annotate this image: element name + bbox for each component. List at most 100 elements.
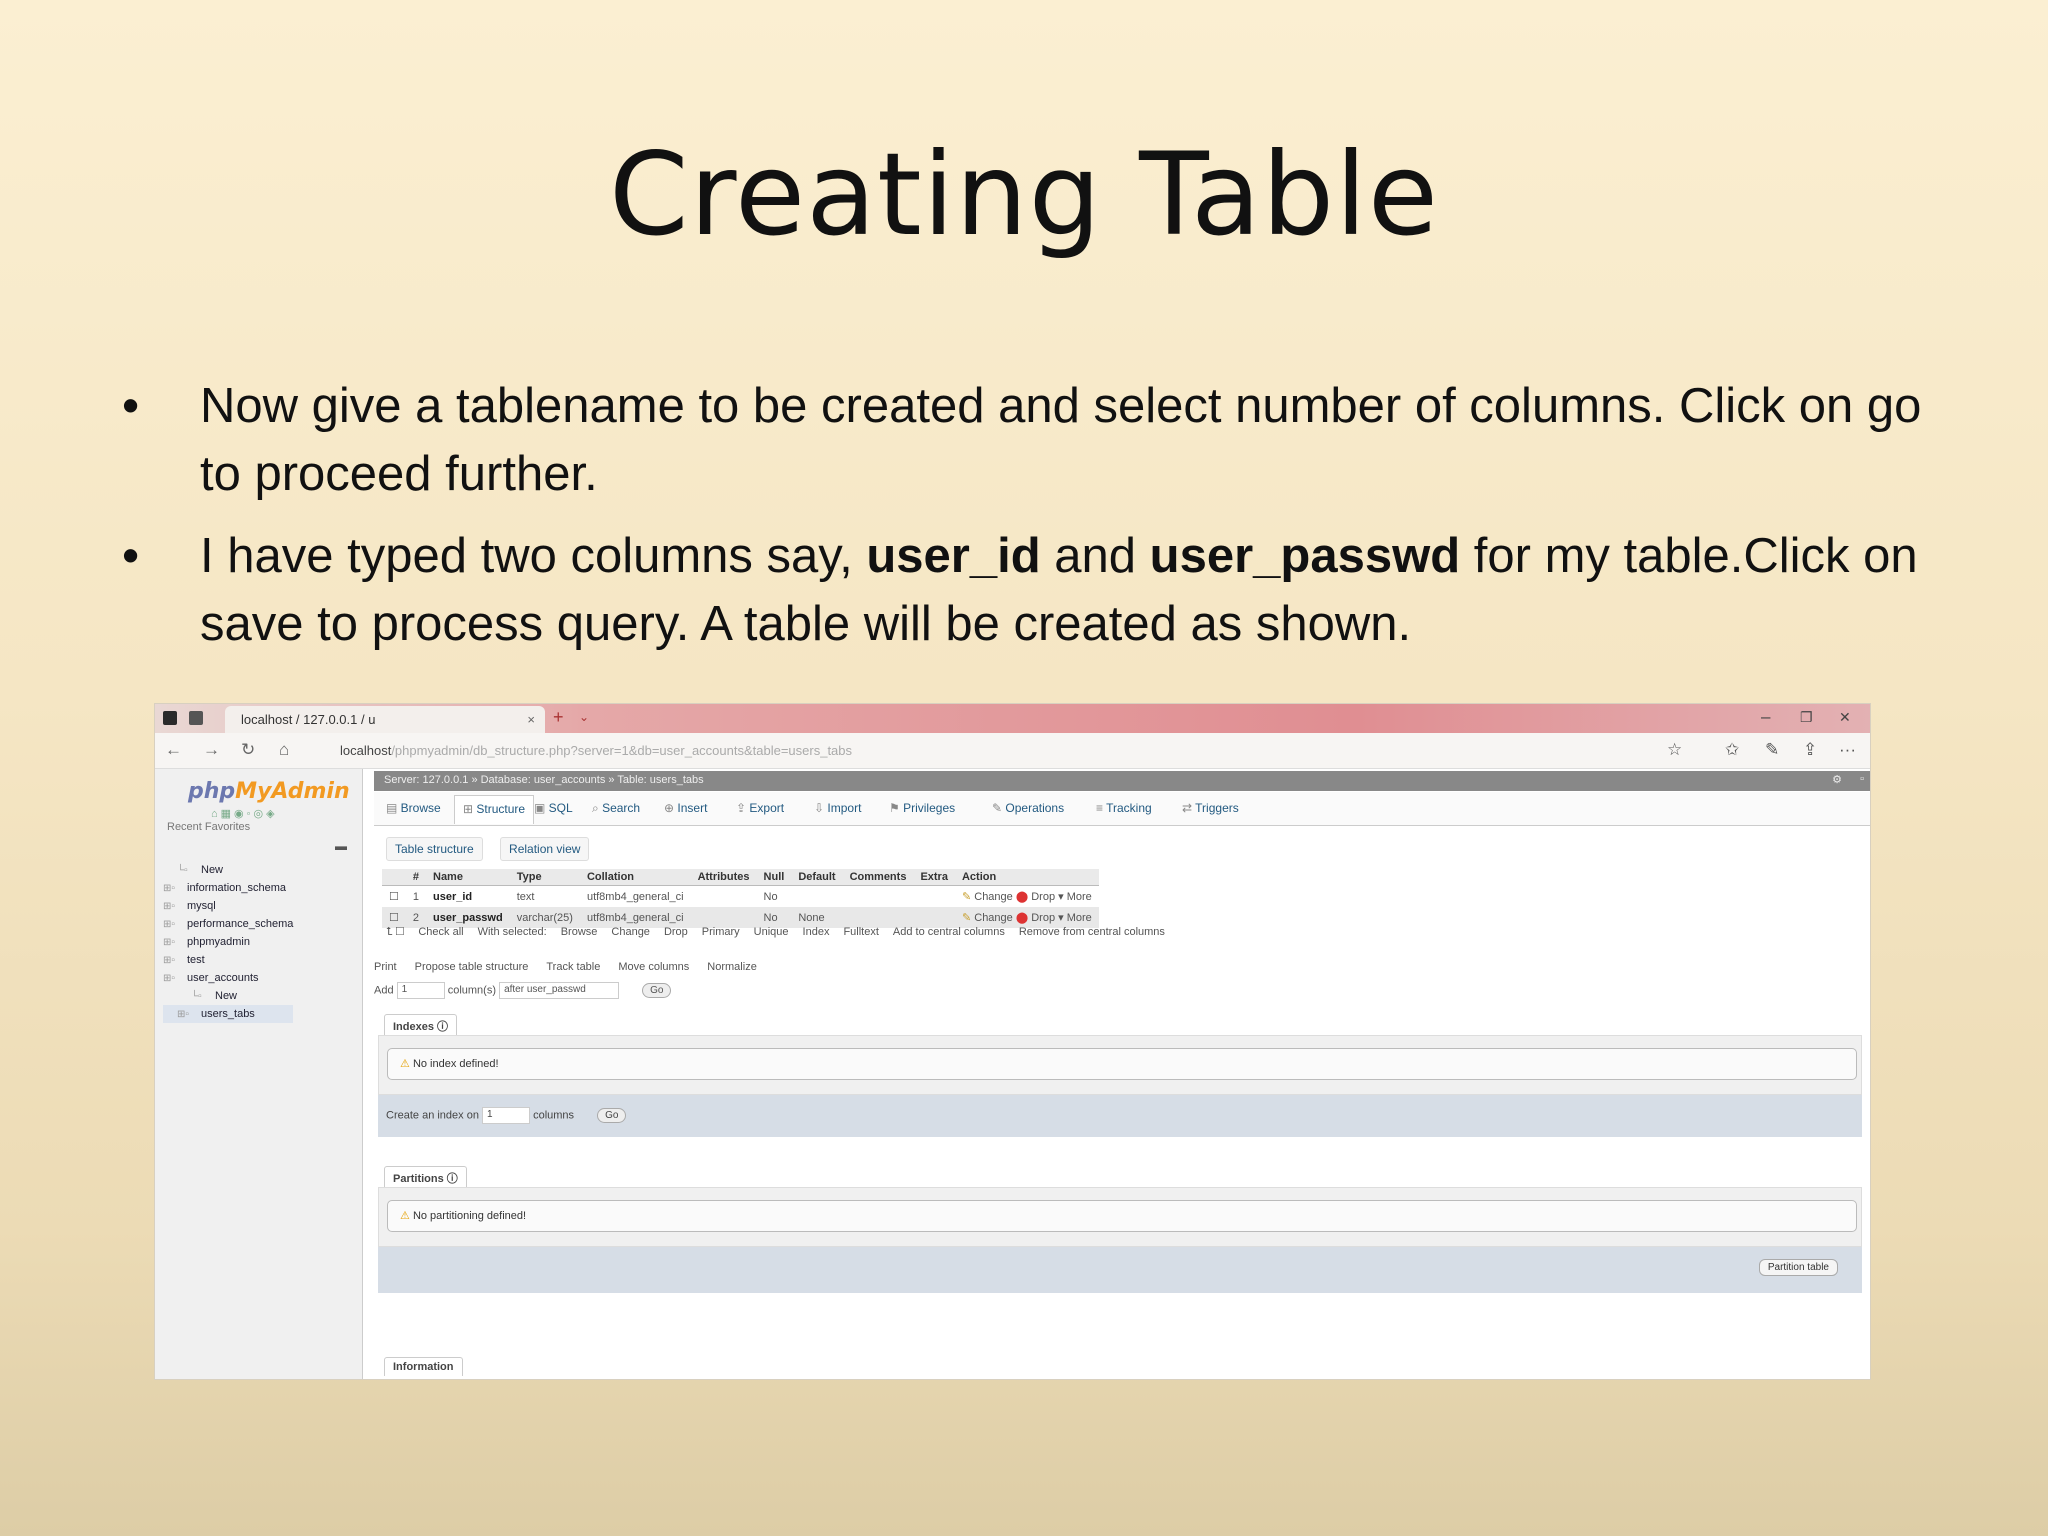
with-selected-4[interactable]: Drop [664, 926, 688, 938]
tree-node[interactable]: ⊞▫ test [163, 951, 293, 969]
window-menu-icon[interactable] [163, 711, 177, 725]
sql-icon: ▣ [534, 801, 549, 815]
add-position-select[interactable]: after user_passwd [499, 982, 620, 999]
tree-node-label: test [187, 954, 205, 966]
tab-sql[interactable]: ▣ SQL [534, 801, 573, 815]
partition-table-button[interactable]: Partition table [1758, 1259, 1838, 1276]
expand-icon[interactable]: ⊞▫ [163, 970, 187, 988]
gear-icon[interactable]: ⚙ [1832, 773, 1842, 786]
back-icon[interactable]: ← [165, 740, 182, 760]
recent-favorites-tabs[interactable]: Recent Favorites [167, 821, 250, 833]
tree-node[interactable]: ⊞▫ mysql [163, 897, 293, 915]
expand-icon[interactable]: ⊞▫ [177, 1006, 201, 1024]
table-row[interactable]: ☐ 2 user_passwd varchar(25) utf8mb4_general_… [382, 907, 1099, 928]
with-selected-5[interactable]: Primary [702, 926, 740, 938]
collapse-icon[interactable]: ▫ [1860, 773, 1864, 785]
table-row[interactable]: ☐ 1 user_id text utf8mb4_general_ci No ✎ Chang… [382, 886, 1099, 908]
change-link[interactable]: Change [974, 891, 1013, 903]
nav-quick-icons[interactable]: ⌂▦◉◦◎◈ [211, 807, 278, 820]
tab-triggers[interactable]: ⇄ Triggers [1182, 801, 1239, 815]
tree-node[interactable]: ⊞▫ information_schema [163, 879, 293, 897]
index-count-input[interactable]: 1 [482, 1107, 531, 1124]
tab-insert[interactable]: ⊕ Insert [664, 801, 707, 815]
tab-search[interactable]: ⌕ Search [592, 801, 640, 816]
expand-icon[interactable]: ⊞▫ [163, 934, 187, 952]
collapse-all-icon[interactable]: ▬ [335, 839, 347, 853]
bookmark-star-icon[interactable]: ☆ [1667, 740, 1682, 760]
add-count-input[interactable]: 1 [396, 982, 445, 999]
no-index-notice: ⚠ No index defined! [387, 1048, 1857, 1080]
subtab-table-structure[interactable]: Table structure [386, 837, 483, 861]
tab-export[interactable]: ⇪ Export [736, 801, 784, 815]
tab-dropdown-icon[interactable]: ⌄ [579, 710, 589, 724]
more-icon[interactable]: ··· [1839, 740, 1856, 760]
home-icon[interactable]: ⌂ [279, 740, 289, 760]
tab-tracking[interactable]: ≡ Tracking [1096, 801, 1152, 815]
with-selected-10[interactable]: Remove from central columns [1019, 926, 1165, 938]
share-icon[interactable]: ⇪ [1803, 740, 1817, 760]
new-icon[interactable]: └▫ [177, 862, 201, 880]
with-selected-3[interactable]: Change [611, 926, 650, 938]
tree-node[interactable]: └▫ New [163, 861, 293, 879]
change-link[interactable]: Change [974, 912, 1013, 924]
expand-icon[interactable]: ⊞▫ [163, 916, 187, 934]
information-legend[interactable]: Information [384, 1357, 463, 1376]
table-action-2[interactable]: Track table [546, 961, 600, 973]
with-selected-6[interactable]: Unique [754, 926, 789, 938]
tab-label: Export [749, 801, 785, 815]
tab-operations[interactable]: ✎ Operations [992, 801, 1064, 815]
tab-import[interactable]: ⇩ Import [814, 801, 861, 815]
breadcrumb-text[interactable]: Server: 127.0.0.1 » Database: user_accou… [384, 774, 704, 786]
with-selected-8[interactable]: Fulltext [843, 926, 878, 938]
pen-icon[interactable]: ✎ [1765, 740, 1779, 760]
change-icon: ✎ [961, 912, 972, 924]
more-link[interactable]: More [1067, 891, 1092, 903]
structure-table: # Name Type Collation Attributes Null Default C… [382, 869, 1099, 928]
tree-node[interactable]: ⊞▫ user_accounts [163, 969, 293, 987]
close-window-icon[interactable]: ✕ [1839, 709, 1851, 726]
tree-node[interactable]: ⊞▫ phpmyadmin [163, 933, 293, 951]
maximize-icon[interactable]: ❐ [1800, 709, 1813, 726]
drop-link[interactable]: Drop [1031, 891, 1055, 903]
create-index-go-button[interactable]: Go [597, 1108, 627, 1124]
table-action-0[interactable]: Print [374, 961, 397, 973]
row-checkbox[interactable]: ☐ [382, 886, 406, 908]
row-checkbox[interactable]: ☐ [382, 907, 406, 928]
browser-tab[interactable]: localhost / 127.0.0.1 / u × [225, 706, 545, 733]
table-action-1[interactable]: Propose table structure [415, 961, 529, 973]
tab-browse[interactable]: ▤ Browse [386, 801, 441, 815]
cell-comments [843, 886, 914, 908]
with-selected-2[interactable]: Browse [561, 926, 598, 938]
tree-node[interactable]: ⊞▫ users_tabs [163, 1005, 294, 1024]
partitions-legend[interactable]: Partitions ⓘ [384, 1166, 467, 1189]
drop-link[interactable]: Drop [1031, 912, 1055, 924]
with-selected-0[interactable]: Check all [418, 926, 463, 938]
url-field[interactable]: localhost/phpmyadmin/db_structure.php?se… [330, 740, 1660, 762]
more-link[interactable]: More [1067, 912, 1092, 924]
reload-icon[interactable]: ↻ [241, 740, 255, 760]
expand-icon[interactable]: ⊞▫ [163, 880, 187, 898]
tab-actions-icon[interactable] [189, 711, 203, 725]
tree-node-label: New [201, 864, 224, 876]
indexes-legend[interactable]: Indexes ⓘ [384, 1014, 458, 1037]
phpmyadmin-logo[interactable]: phpMyAdmin [188, 779, 350, 804]
expand-icon[interactable]: ⊞▫ [163, 898, 187, 916]
add-go-button[interactable]: Go [642, 983, 672, 999]
with-selected-7[interactable]: Index [803, 926, 830, 938]
table-action-3[interactable]: Move columns [618, 961, 689, 973]
with-selected-9[interactable]: Add to central columns [893, 926, 1005, 938]
favorites-icon[interactable]: ✩ [1725, 740, 1739, 760]
tree-node[interactable]: └▫ New [163, 987, 293, 1005]
table-action-4[interactable]: Normalize [707, 961, 757, 973]
forward-icon[interactable]: → [203, 740, 220, 760]
tab-privileges[interactable]: ⚑ Privileges [889, 801, 955, 815]
tab-structure[interactable]: ⊞ Structure [454, 795, 535, 824]
expand-icon[interactable]: ⊞▫ [163, 952, 187, 970]
new-icon[interactable]: └▫ [191, 988, 215, 1006]
new-tab-icon[interactable]: + [553, 707, 564, 728]
partition-footer: Partition table [378, 1247, 1862, 1293]
subtab-relation-view[interactable]: Relation view [500, 837, 590, 861]
minimize-icon[interactable]: – [1761, 707, 1770, 727]
tree-node[interactable]: ⊞▫ performance_schema [163, 915, 293, 933]
tab-close-icon[interactable]: × [527, 712, 535, 727]
